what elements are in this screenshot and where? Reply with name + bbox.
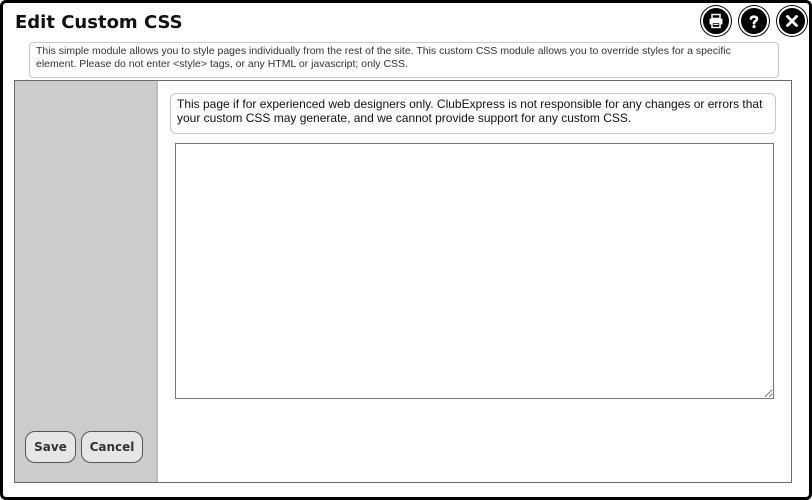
action-sidebar: Save Cancel xyxy=(15,81,158,482)
print-icon xyxy=(709,13,723,29)
cancel-button[interactable]: Cancel xyxy=(81,431,143,463)
main-content-area: Save Cancel This page if for experienced… xyxy=(14,80,792,483)
custom-css-textarea[interactable] xyxy=(175,143,774,399)
dialog-title: Edit Custom CSS xyxy=(15,12,183,33)
edit-custom-css-dialog: Edit Custom CSS This simple module allow… xyxy=(0,0,812,500)
title-icon-group xyxy=(701,6,807,36)
print-button[interactable] xyxy=(701,6,731,36)
module-description: This simple module allows you to style p… xyxy=(29,42,779,78)
help-button[interactable] xyxy=(739,6,769,36)
save-button[interactable]: Save xyxy=(25,431,76,463)
warning-notice: This page if for experienced web designe… xyxy=(170,93,776,134)
close-icon xyxy=(786,15,798,27)
close-button[interactable] xyxy=(777,6,807,36)
help-icon xyxy=(749,15,759,29)
